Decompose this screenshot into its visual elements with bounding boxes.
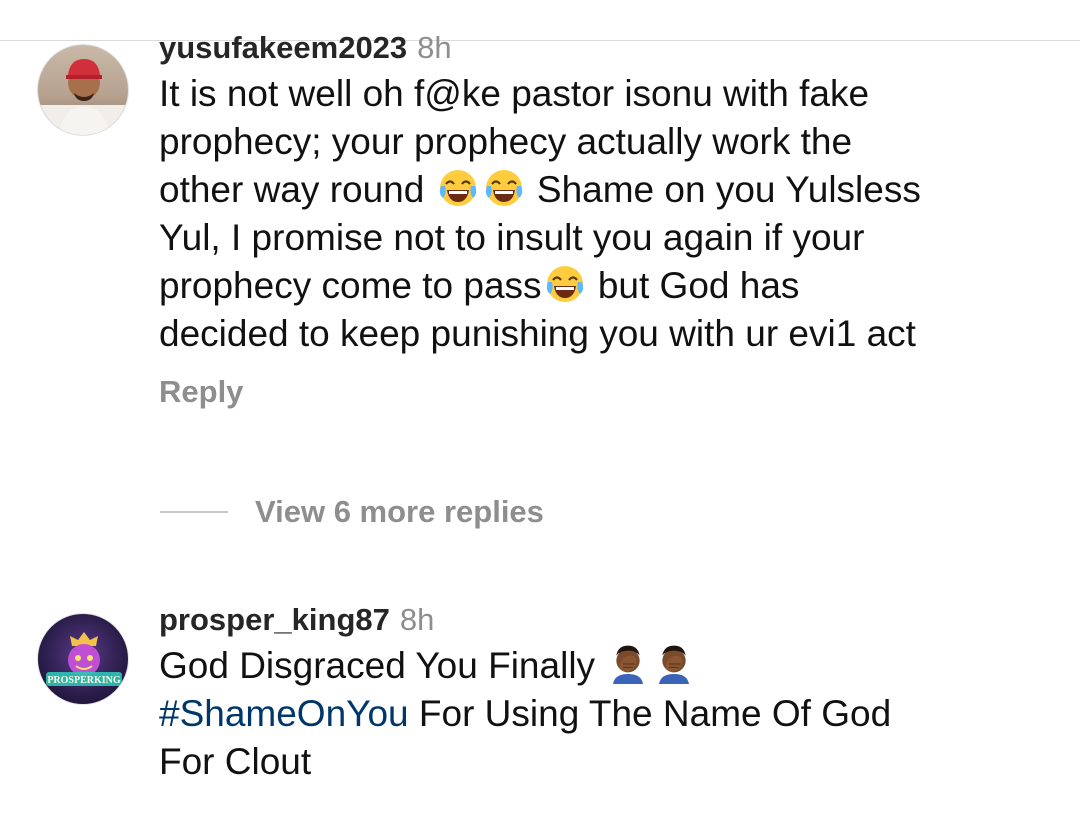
- avatar-logo-text: PROSPERKING: [47, 675, 121, 686]
- facepalm-emoji-icon: [654, 644, 694, 684]
- username[interactable]: prosper_king87: [159, 602, 390, 637]
- comment-line: prophecy; your prophecy actually work th…: [159, 121, 853, 162]
- avatar[interactable]: PROSPERKING: [37, 613, 129, 705]
- timestamp: 8h: [417, 30, 452, 65]
- facepalm-emoji-icon: [608, 644, 648, 684]
- username[interactable]: yusufakeem2023: [159, 30, 407, 65]
- view-more-replies-label: View 6 more replies: [255, 494, 544, 529]
- comment-text: God Disgraced You Finally #ShameOnYou Fo…: [159, 642, 1056, 786]
- timestamp: 8h: [399, 602, 435, 637]
- comment-line: but God has: [597, 265, 800, 306]
- reply-button[interactable]: Reply: [159, 374, 243, 410]
- comment-line: For Clout: [159, 741, 312, 782]
- comment-text: It is not well oh f@ke pastor isonu with…: [159, 70, 1056, 358]
- hashtag-link[interactable]: #ShameOnYou: [159, 693, 409, 734]
- comment-line: For Using The Name Of God: [418, 693, 892, 734]
- comment-meta: yusufakeem2023 8h: [159, 28, 1056, 68]
- comment-line: other way round: [159, 169, 425, 210]
- comment-line: prophecy come to pass: [159, 265, 542, 306]
- laughing-emoji-icon: [438, 168, 478, 208]
- comment-line: decided to keep punishing you with ur ev…: [159, 313, 916, 354]
- comment-line: God Disgraced You Finally: [159, 645, 596, 686]
- view-more-replies-button[interactable]: View 6 more replies: [160, 490, 544, 534]
- avatar[interactable]: [37, 44, 129, 136]
- comment-line: It is not well oh f@ke pastor isonu with…: [159, 73, 870, 114]
- comment-line: Shame on you Yulsless: [536, 169, 921, 210]
- laughing-emoji-icon: [484, 168, 524, 208]
- replies-divider-line: [160, 511, 228, 513]
- comment-line: Yul, I promise not to insult you again i…: [159, 217, 865, 258]
- comment-meta: prosper_king87 8h: [159, 600, 1056, 640]
- laughing-emoji-icon: [545, 264, 585, 304]
